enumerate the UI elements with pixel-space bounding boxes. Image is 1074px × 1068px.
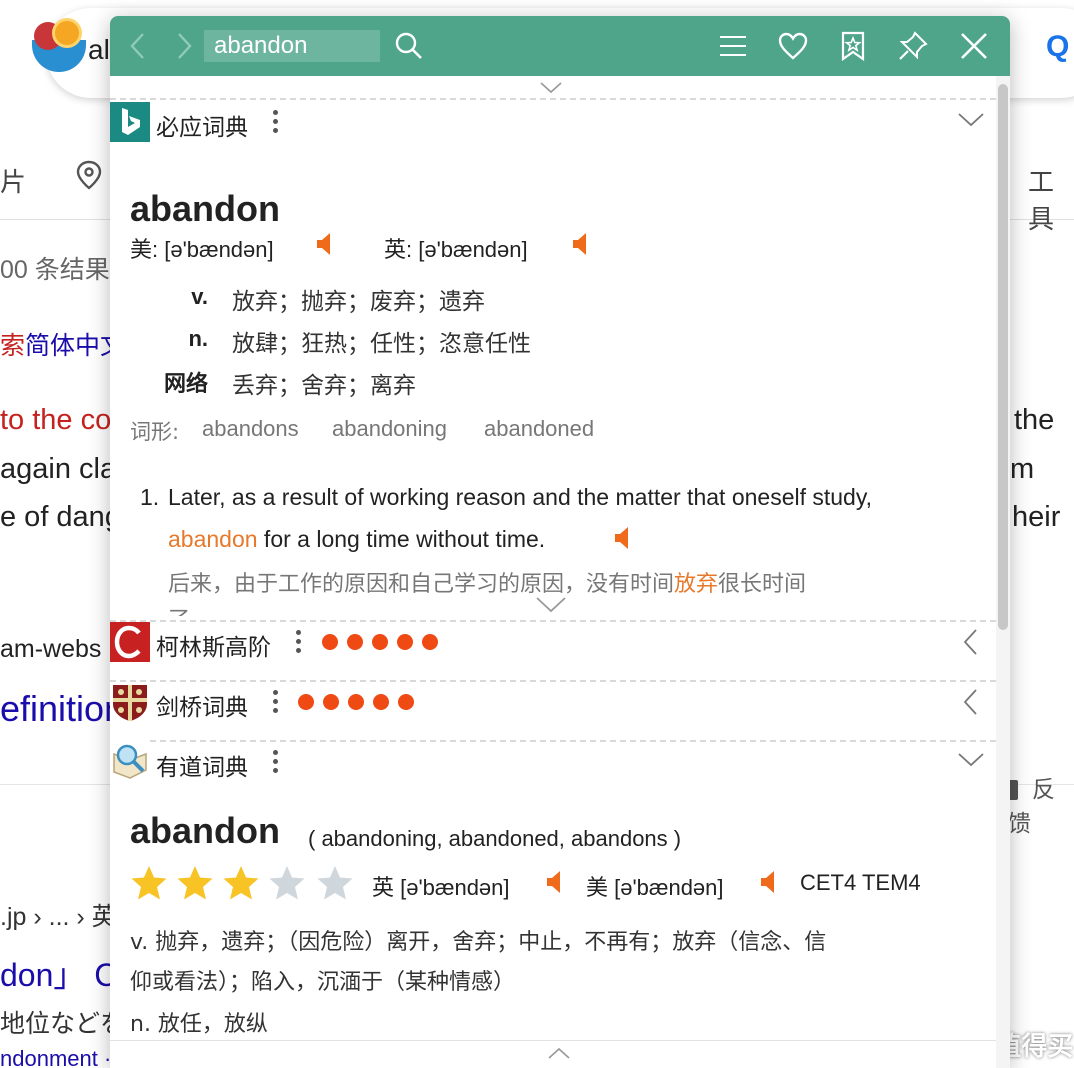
cambridge-dict-header[interactable]: 剑桥词典 <box>110 682 996 722</box>
bookmark-icon[interactable] <box>834 27 872 65</box>
example-sentence: Later, as a result of working reason and… <box>168 484 873 510</box>
collins-logo <box>110 622 150 662</box>
star-filled-icon <box>131 866 167 900</box>
chevron-down-icon[interactable] <box>958 112 984 128</box>
example-number: 1. <box>140 484 160 510</box>
close-icon[interactable] <box>955 27 993 65</box>
snippet-line: e of dang <box>0 501 121 533</box>
word-form[interactable]: abandoned <box>484 416 594 442</box>
background-search-icon[interactable]: Q <box>1046 30 1069 64</box>
result-title[interactable]: don」 C <box>0 950 117 996</box>
rating-dots <box>298 694 414 710</box>
expand-more-icon[interactable] <box>536 596 566 614</box>
background-search-text: al <box>88 34 110 65</box>
definition: 仰或看法）；陷入，沉湎于（某种情感） <box>130 970 516 995</box>
definition: 丢弃；舍弃；离弃 <box>232 373 416 399</box>
bing-logo <box>110 102 150 142</box>
part-of-speech: n. <box>188 326 208 351</box>
menu-icon[interactable] <box>714 27 752 65</box>
forward-icon[interactable] <box>164 27 202 65</box>
snippet-line: heir <box>1012 501 1061 533</box>
language-link[interactable]: 索简体中文 <box>0 326 125 362</box>
pin-icon[interactable] <box>894 27 932 65</box>
pronunciation-us: 美 [ə'bændən] <box>586 875 724 900</box>
bing-dict-header[interactable]: 必应词典 <box>110 102 996 142</box>
pronunciation-us: 美: [ə'bændən] <box>130 237 274 262</box>
chevron-left-icon[interactable] <box>962 688 978 716</box>
heart-icon[interactable] <box>774 27 812 65</box>
definition: n. 放任，放纵 <box>130 1012 268 1037</box>
back-icon[interactable] <box>120 27 158 65</box>
result-title[interactable]: efinition <box>0 688 124 730</box>
dict-name: 有道词典 <box>156 755 248 781</box>
star-empty-icon <box>317 866 353 900</box>
popup-content: 必应词典 abandon 美: [ə'bændən] 英: [ə'bændən]… <box>110 76 996 1068</box>
part-of-speech: 网络 <box>163 372 208 397</box>
pronunciation-uk: 英 [ə'bændən] <box>372 875 510 900</box>
tab-images[interactable]: 片 <box>0 162 26 199</box>
dict-name: 柯林斯高阶 <box>156 635 271 661</box>
more-icon[interactable] <box>273 750 279 776</box>
headword: abandon <box>130 810 280 851</box>
chevron-down-icon[interactable] <box>958 752 984 768</box>
more-icon[interactable] <box>273 110 279 136</box>
definition: 放肆；狂热；任性；恣意任性 <box>232 331 531 357</box>
word-form[interactable]: abandons <box>202 416 299 442</box>
map-pin-icon[interactable] <box>76 160 102 190</box>
inflections: ( abandoning, abandoned, abandons ) <box>308 826 682 851</box>
dictionary-popup: 必应词典 abandon 美: [ə'bændən] 英: [ə'bændən]… <box>110 16 1010 1068</box>
part-of-speech: v. <box>191 284 208 309</box>
example-translation: 后来，由于工作的原因和自己学习的原因，没有时间放弃很长时间 <box>168 572 807 597</box>
word-form[interactable]: abandoning <box>332 416 447 442</box>
star-empty-icon <box>269 866 305 900</box>
tab-tools[interactable]: 工具 <box>1028 162 1074 236</box>
youdao-logo <box>110 742 150 782</box>
youdao-dict-header[interactable]: 有道词典 <box>110 742 996 782</box>
result-count: 00 条结果 <box>0 256 110 284</box>
dict-name: 必应词典 <box>156 115 248 141</box>
exam-tags: CET4 TEM4 <box>800 870 921 895</box>
rating-dots <box>322 634 438 650</box>
collins-dict-header[interactable]: 柯林斯高阶 <box>110 622 996 662</box>
word-forms-label: 词形: <box>130 420 180 444</box>
snippet-line: to the co <box>0 404 112 436</box>
snippet-line: m <box>1010 453 1035 485</box>
more-icon[interactable] <box>273 690 279 716</box>
pronunciation-uk: 英: [ə'bændən] <box>384 237 528 262</box>
speaker-icon[interactable] <box>546 870 564 894</box>
bottom-bar <box>110 1040 996 1068</box>
search-input[interactable] <box>204 30 380 62</box>
result-snippet: 地位などを <box>0 1010 126 1038</box>
dict-name: 剑桥词典 <box>156 695 248 721</box>
headword: abandon <box>130 188 280 229</box>
result-breadcrumb[interactable]: .jp › ... › 英 <box>0 897 117 933</box>
collapse-all-icon[interactable] <box>540 82 562 94</box>
speaker-icon[interactable] <box>316 232 334 256</box>
example-sentence: abandon for a long time without time. <box>168 526 546 552</box>
snippet-line: the <box>1014 404 1055 436</box>
snippet-line: again cla <box>0 453 117 485</box>
feedback-link[interactable]: 反馈 <box>1008 770 1074 838</box>
definition: 放弃；抛弃；废弃；遗弃 <box>232 289 485 315</box>
more-icon[interactable] <box>296 630 302 656</box>
divider <box>110 98 996 100</box>
speaker-icon[interactable] <box>760 870 778 894</box>
chevron-left-icon[interactable] <box>962 628 978 656</box>
star-filled-icon <box>223 866 259 900</box>
cambridge-logo <box>110 682 150 722</box>
scroll-top-icon[interactable] <box>548 1047 570 1059</box>
site-logo[interactable] <box>30 18 88 76</box>
speaker-icon[interactable] <box>572 232 590 256</box>
example-translation-overflow: 了 <box>168 602 190 616</box>
scrollbar-thumb[interactable] <box>998 84 1008 630</box>
scrollbar[interactable] <box>996 76 1010 1068</box>
star-filled-icon <box>177 866 213 900</box>
popup-toolbar <box>110 16 1010 76</box>
search-icon[interactable] <box>390 27 428 65</box>
result-url[interactable]: am-webs <box>0 635 101 664</box>
definition: v. 抛弃，遗弃；（因危险）离开，舍弃；中止，不再有；放弃（信念、信 <box>130 930 827 955</box>
speaker-icon[interactable] <box>614 526 632 550</box>
